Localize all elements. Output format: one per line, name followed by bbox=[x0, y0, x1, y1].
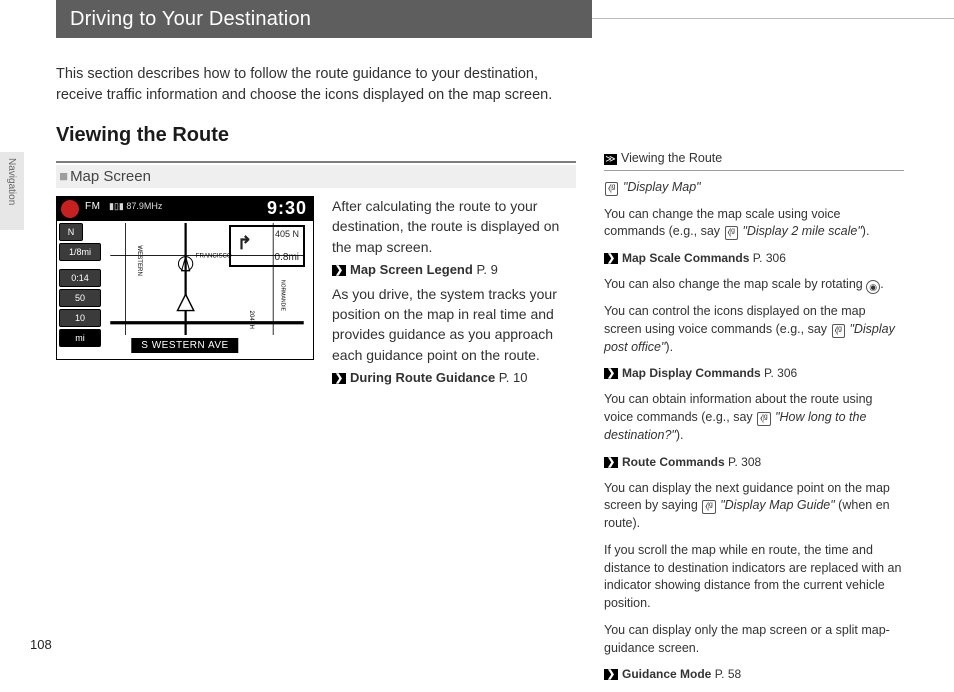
dist-unit-pill: mi bbox=[59, 329, 101, 347]
subsection-heading-text: Map Screen bbox=[70, 168, 151, 185]
sidebar-p5: You can display the next guidance point … bbox=[604, 480, 904, 533]
voice-icon: ⦉ᵍ bbox=[832, 324, 845, 338]
ref-icon: ❯ bbox=[604, 457, 618, 468]
sidebar-p7: You can display only the map screen or a… bbox=[604, 622, 904, 658]
voice-icon: ⦉ᵍ bbox=[702, 500, 715, 514]
voice-icon: ⦉ᵍ bbox=[725, 226, 738, 240]
ref-map-scale-commands: ❯Map Scale Commands P. 306 bbox=[604, 250, 904, 267]
current-street: S WESTERN AVE bbox=[131, 338, 238, 353]
side-tab: Navigation bbox=[0, 152, 24, 230]
ref-during-route-guidance: ❯During Route Guidance P. 10 bbox=[332, 369, 576, 388]
scale-pill: 1/8mi bbox=[59, 243, 101, 261]
ref-guidance-mode: ❯Guidance Mode P. 58 bbox=[604, 666, 904, 683]
page-title-bar: Driving to Your Destination bbox=[56, 0, 592, 38]
knob-icon: ◉ bbox=[866, 280, 880, 294]
traffic-icon bbox=[61, 200, 79, 218]
map-roads: WESTERN FRANCISCO 204TH NORMANDIE bbox=[101, 223, 313, 335]
svg-text:NORMANDIE: NORMANDIE bbox=[279, 280, 285, 312]
voice-icon: ⦉ᵍ bbox=[605, 182, 618, 196]
eta-pill: 0:14 bbox=[59, 269, 101, 287]
svg-text:WESTERN: WESTERN bbox=[136, 245, 143, 275]
page-title: Driving to Your Destination bbox=[70, 8, 311, 30]
ref-icon: ❯ bbox=[332, 373, 346, 384]
subsection-heading: ■Map Screen bbox=[56, 165, 576, 188]
ref-icon: ❯ bbox=[604, 368, 618, 379]
svg-text:FRANCISCO: FRANCISCO bbox=[196, 253, 232, 260]
compass-pill: N bbox=[59, 223, 83, 241]
svg-text:204TH: 204TH bbox=[248, 311, 255, 329]
voice-icon: ⦉ᵍ bbox=[757, 412, 770, 426]
ref-map-display-commands: ❯Map Display Commands P. 306 bbox=[604, 365, 904, 382]
sidebar-heading: ≫Viewing the Route bbox=[604, 150, 904, 171]
sidebar-p4: You can obtain information about the rou… bbox=[604, 391, 904, 444]
dist-pill: 10 bbox=[59, 309, 101, 327]
page-number: 108 bbox=[30, 637, 52, 652]
sidebar-p3: You can control the icons displayed on t… bbox=[604, 303, 904, 356]
clock: 9:30 bbox=[267, 198, 307, 219]
sidebar-voice-top: ⦉ᵍ "Display Map" bbox=[604, 179, 904, 197]
ref-icon: ❯ bbox=[604, 669, 618, 680]
ref-icon: ❯ bbox=[604, 253, 618, 264]
speed-pill: 50 bbox=[59, 289, 101, 307]
radio-band: FM bbox=[85, 201, 100, 212]
intro-paragraph: This section describes how to follow the… bbox=[56, 64, 576, 106]
sidebar-p2: You can also change the map scale by rot… bbox=[604, 276, 904, 294]
sidebar-p6: If you scroll the map while en route, th… bbox=[604, 542, 904, 613]
square-bullet-icon: ■ bbox=[59, 168, 68, 185]
ref-route-commands: ❯Route Commands P. 308 bbox=[604, 454, 904, 471]
section-heading: Viewing the Route bbox=[56, 124, 576, 147]
sidebar-p1: You can change the map scale using voice… bbox=[604, 206, 904, 242]
sidebar-heading-icon: ≫ bbox=[604, 154, 617, 165]
radio-freq: ▮▯▮ 87.9MHz bbox=[109, 201, 162, 212]
nav-left-pills: N 1/8mi 0:14 50 10 mi bbox=[57, 221, 101, 347]
ref-map-screen-legend: ❯Map Screen Legend P. 9 bbox=[332, 261, 576, 280]
ref-icon: ❯ bbox=[332, 265, 346, 276]
map-screenshot: FM ▮▯▮ 87.9MHz 9:30 ↱ 405 N 0.8mi N bbox=[56, 196, 314, 360]
section-rule bbox=[56, 161, 576, 163]
side-tab-label: Navigation bbox=[6, 158, 17, 205]
map-paragraph-2: As you drive, the system tracks your pos… bbox=[332, 284, 576, 365]
map-paragraph-1: After calculating the route to your dest… bbox=[332, 196, 576, 257]
nav-status-bar: FM ▮▯▮ 87.9MHz 9:30 bbox=[57, 197, 313, 221]
